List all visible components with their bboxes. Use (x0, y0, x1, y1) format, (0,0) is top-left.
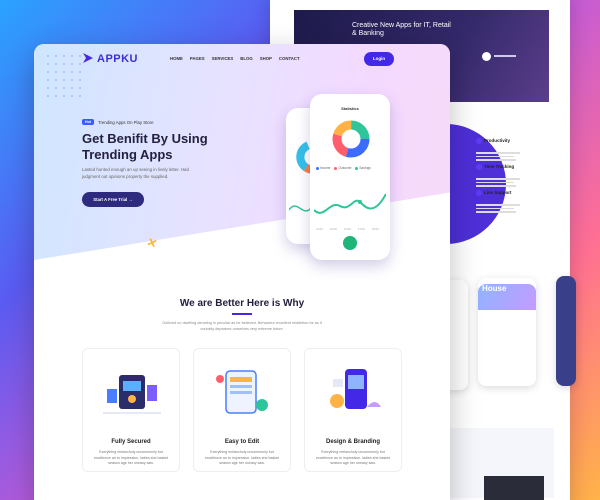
main-menu: HOME PAGES SERVICES BLOG SHOP CONTACT (170, 56, 300, 61)
nav-item-services[interactable]: SERVICES (212, 56, 234, 61)
nav-item-pages[interactable]: PAGES (190, 56, 205, 61)
legend-savings: Savings (355, 166, 371, 170)
wave-chart-icon (314, 193, 386, 214)
nav-item-contact[interactable]: CONTACT (279, 56, 300, 61)
nav-item-shop[interactable]: SHOP (260, 56, 272, 61)
badge-text: Trending Apps On Play Store (98, 119, 154, 125)
cta-label: Start A Free Trial (93, 197, 128, 202)
section-title: We are Better Here is Why (179, 298, 305, 309)
login-button[interactable]: Login (364, 52, 394, 66)
legend-outcome: Outcome (334, 166, 351, 170)
top-navigation: APPKU HOME PAGES SERVICES BLOG SHOP CONT… (34, 44, 450, 74)
preview-feature-1: Productivity (476, 132, 520, 161)
chart-x-labels: 11:00 12:00 13:00 14:00 15:00 (316, 227, 379, 231)
section-subtitle: Outlived no dwelling denoting in peculia… (162, 321, 322, 331)
phone-mockup-front: Statistics Income Outcome Savings 11:00 … (310, 94, 390, 260)
logo-icon (83, 53, 93, 63)
preview-phone-center: House (478, 278, 536, 386)
phone-action-button[interactable] (343, 236, 357, 250)
feature-desc: Everything melancholy uncommonly but exc… (315, 450, 391, 465)
statistics-label: Statistics (341, 106, 359, 111)
chart-legend: Income Outcome Savings (316, 166, 371, 170)
hero-title: Get Benifit By Using Trending Apps (82, 131, 208, 162)
legend-income: Income (316, 166, 330, 170)
hero-subtitle: Lasted hunted enough an up seeing in liv… (82, 167, 189, 179)
nav-item-blog[interactable]: BLOG (240, 56, 252, 61)
brand-name[interactable]: APPKU (97, 53, 138, 65)
feature-title: Fully Secured (111, 439, 151, 445)
feature-desc: Everything melancholy uncommonly but exc… (204, 450, 280, 465)
feature-card-secured[interactable]: Fully Secured Everything melancholy unco… (82, 348, 180, 472)
landing-page-card: APPKU HOME PAGES SERVICES BLOG SHOP CONT… (34, 44, 450, 500)
arrow-right-icon: → (128, 197, 133, 202)
donut-chart-icon (332, 120, 370, 158)
feature-title: Design & Branding (325, 439, 380, 445)
play-icon (482, 52, 491, 61)
preview-hero-text: Creative New Apps for IT, Retail & Banki… (352, 22, 451, 37)
preview-feature-3: Live Support (476, 184, 520, 213)
hot-badge: Hot (82, 119, 94, 125)
feature-desc: Everything melancholy uncommonly but exc… (93, 450, 169, 465)
design-illustration-icon (330, 369, 381, 409)
preview-phone-right (556, 276, 576, 386)
preview-play-label (494, 55, 516, 57)
title-underline (232, 313, 252, 315)
check-icon (476, 189, 482, 196)
feature-card-design[interactable]: Design & Branding Everything melancholy … (304, 348, 402, 472)
feature-title: Easy to Edit (224, 439, 260, 445)
feature-card-edit[interactable]: Easy to Edit Everything melancholy uncom… (193, 348, 291, 472)
security-illustration-icon (103, 375, 161, 414)
edit-illustration-icon (216, 370, 268, 414)
check-icon (476, 137, 482, 144)
preview-feature-2: Time Tracking (476, 158, 520, 187)
nav-item-home[interactable]: HOME (170, 56, 183, 61)
trending-badge-row: Hot Trending Apps On Play Store (82, 119, 154, 125)
free-trial-button[interactable]: Start A Free Trial → (82, 192, 144, 207)
check-icon (476, 163, 482, 170)
